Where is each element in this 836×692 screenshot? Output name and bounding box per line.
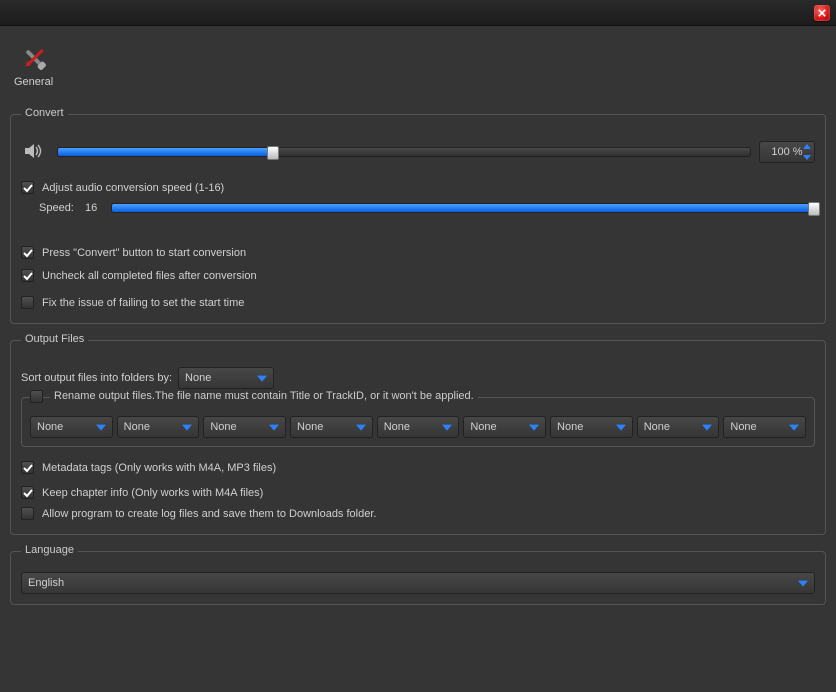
logfiles-row: Allow program to create log files and sa… [21, 507, 815, 520]
chevron-down-icon [257, 376, 267, 382]
group-language: Language English [10, 551, 826, 605]
fix-start-time-row: Fix the issue of failing to set the star… [21, 296, 815, 309]
speed-slider-thumb[interactable] [808, 202, 820, 216]
chapter-label: Keep chapter info (Only works with M4A f… [42, 487, 263, 499]
speed-label: Speed: [39, 202, 79, 214]
volume-spin-up[interactable] [803, 144, 811, 149]
rename-placeholder-value: None [730, 421, 756, 433]
rename-placeholder-value: None [470, 421, 496, 433]
rename-placeholder-4[interactable]: None [290, 416, 373, 438]
close-button[interactable] [814, 5, 830, 21]
tab-general-label: General [14, 76, 53, 88]
press-convert-checkbox[interactable] [21, 246, 34, 259]
metadata-label: Metadata tags (Only works with M4A, MP3 … [42, 462, 276, 474]
rename-placeholder-2[interactable]: None [117, 416, 200, 438]
group-convert-title: Convert [21, 107, 68, 119]
speed-row: Speed: 16 [21, 202, 815, 214]
uncheck-completed-label: Uncheck all completed files after conver… [42, 270, 257, 282]
rename-group: Rename output files.The file name must c… [21, 397, 815, 447]
group-language-title: Language [21, 544, 78, 556]
group-convert: Convert 100 % Adjust audio conversion sp… [10, 114, 826, 324]
adjust-speed-row: Adjust audio conversion speed (1-16) [21, 181, 815, 194]
fix-start-time-checkbox[interactable] [21, 296, 34, 309]
rename-placeholder-value: None [210, 421, 236, 433]
chevron-down-icon [702, 425, 712, 431]
press-convert-label: Press "Convert" button to start conversi… [42, 247, 246, 259]
chevron-down-icon [96, 425, 106, 431]
sort-dropdown[interactable]: None [178, 367, 274, 389]
chevron-down-icon [798, 581, 808, 587]
chevron-down-icon [529, 425, 539, 431]
group-output-title: Output Files [21, 333, 88, 345]
rename-label: Rename output files.The file name must c… [54, 390, 474, 402]
titlebar [0, 0, 836, 26]
chevron-down-icon [789, 425, 799, 431]
tools-icon [18, 44, 50, 72]
rename-placeholder-5[interactable]: None [377, 416, 460, 438]
content-area: General Convert 100 % Adjust audio [0, 26, 836, 605]
fix-start-time-label: Fix the issue of failing to set the star… [42, 297, 244, 309]
logfiles-label: Allow program to create log files and sa… [42, 508, 376, 520]
uncheck-completed-row: Uncheck all completed files after conver… [21, 269, 815, 282]
rename-checkbox[interactable] [30, 390, 43, 403]
volume-slider-thumb[interactable] [267, 146, 279, 160]
chevron-down-icon [269, 425, 279, 431]
speed-value: 16 [85, 202, 105, 214]
sort-value: None [185, 372, 211, 384]
rename-placeholder-3[interactable]: None [203, 416, 286, 438]
sort-row: Sort output files into folders by: None [21, 367, 815, 389]
press-convert-row: Press "Convert" button to start conversi… [21, 246, 815, 259]
volume-spin-down[interactable] [803, 155, 811, 160]
adjust-speed-label: Adjust audio conversion speed (1-16) [42, 182, 224, 194]
rename-placeholders-row: None None None None None None None None None [30, 416, 806, 438]
chapter-checkbox[interactable] [21, 486, 34, 499]
speed-slider[interactable] [111, 203, 815, 213]
chapter-row: Keep chapter info (Only works with M4A f… [21, 486, 815, 499]
volume-row: 100 % [21, 141, 815, 163]
rename-placeholder-value: None [37, 421, 63, 433]
chevron-down-icon [616, 425, 626, 431]
rename-placeholder-8[interactable]: None [637, 416, 720, 438]
volume-icon [25, 143, 43, 162]
volume-value: 100 % [771, 146, 802, 158]
volume-slider[interactable] [57, 147, 751, 157]
rename-placeholder-value: None [124, 421, 150, 433]
rename-placeholder-1[interactable]: None [30, 416, 113, 438]
metadata-row: Metadata tags (Only works with M4A, MP3 … [21, 461, 815, 474]
logfiles-checkbox[interactable] [21, 507, 34, 520]
metadata-checkbox[interactable] [21, 461, 34, 474]
rename-placeholder-value: None [297, 421, 323, 433]
language-dropdown[interactable]: English [21, 572, 815, 594]
rename-placeholder-value: None [557, 421, 583, 433]
close-icon [818, 9, 826, 17]
tab-general[interactable]: General [14, 44, 53, 88]
volume-value-box[interactable]: 100 % [759, 141, 815, 163]
sort-label: Sort output files into folders by: [21, 372, 172, 384]
chevron-down-icon [182, 425, 192, 431]
rename-placeholder-6[interactable]: None [463, 416, 546, 438]
rename-placeholder-7[interactable]: None [550, 416, 633, 438]
chevron-down-icon [442, 425, 452, 431]
group-output: Output Files Sort output files into fold… [10, 340, 826, 535]
adjust-speed-checkbox[interactable] [21, 181, 34, 194]
chevron-down-icon [356, 425, 366, 431]
uncheck-completed-checkbox[interactable] [21, 269, 34, 282]
tabs: General [10, 36, 826, 98]
rename-placeholder-9[interactable]: None [723, 416, 806, 438]
language-value: English [28, 577, 64, 589]
rename-placeholder-value: None [384, 421, 410, 433]
rename-placeholder-value: None [644, 421, 670, 433]
